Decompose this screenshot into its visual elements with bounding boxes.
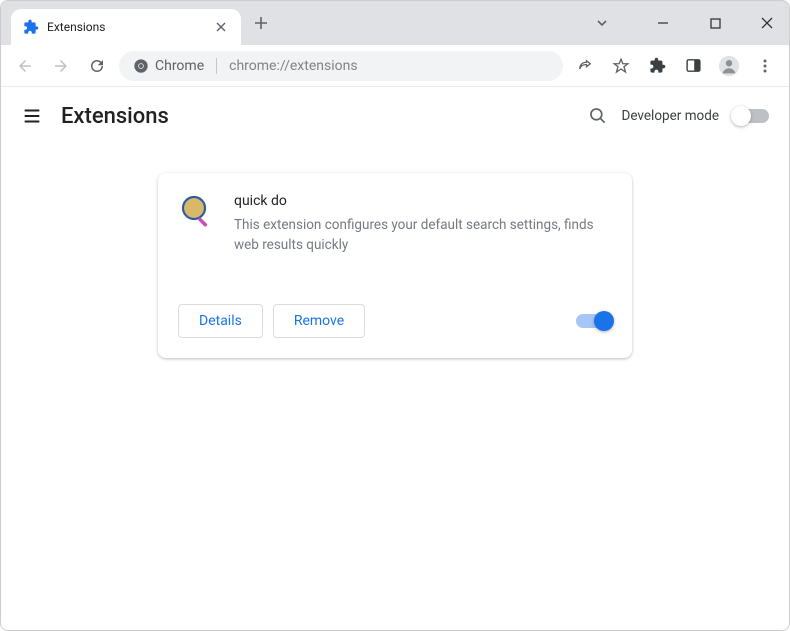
extension-toggle-wrap <box>576 314 612 328</box>
page-header: Extensions Developer mode <box>1 87 789 145</box>
address-bar[interactable]: Chrome chrome://extensions <box>119 51 563 81</box>
profile-avatar-icon[interactable] <box>715 52 743 80</box>
omnibox-chip: Chrome <box>133 58 204 74</box>
extensions-grid: quick do This extension configures your … <box>1 145 789 358</box>
side-panel-icon[interactable] <box>679 52 707 80</box>
details-button[interactable]: Details <box>178 304 263 338</box>
omnibox-chip-label: Chrome <box>155 58 204 74</box>
extension-enable-toggle[interactable] <box>576 314 612 328</box>
extensions-puzzle-icon[interactable] <box>643 52 671 80</box>
tabs-dropdown-icon[interactable] <box>595 16 609 30</box>
chrome-logo-icon <box>133 58 149 74</box>
developer-mode-toggle[interactable] <box>733 109 769 123</box>
forward-button <box>47 52 75 80</box>
page-content: Extensions Developer mode <box>1 87 789 630</box>
share-icon[interactable] <box>571 52 599 80</box>
titlebar: Extensions <box>1 1 789 45</box>
extension-info: quick do This extension configures your … <box>234 193 612 256</box>
extension-app-icon <box>178 193 214 229</box>
extension-card-header: quick do This extension configures your … <box>178 193 612 256</box>
window-controls <box>595 1 781 45</box>
tab-title: Extensions <box>47 20 205 34</box>
bookmark-star-icon[interactable] <box>607 52 635 80</box>
omnibox-url: chrome://extensions <box>229 58 357 74</box>
extension-description: This extension configures your default s… <box>234 215 612 256</box>
kebab-menu-icon[interactable] <box>751 52 779 80</box>
page-title: Extensions <box>61 104 169 129</box>
remove-button[interactable]: Remove <box>273 304 365 338</box>
omnibox-divider <box>216 58 217 74</box>
new-tab-button[interactable] <box>253 15 269 31</box>
search-icon[interactable] <box>588 106 608 126</box>
browser-window: Extensions <box>0 0 790 631</box>
minimize-button[interactable] <box>649 9 677 37</box>
close-button[interactable] <box>753 9 781 37</box>
extension-name: quick do <box>234 193 612 209</box>
toolbar: Chrome chrome://extensions <box>1 45 789 87</box>
reload-button[interactable] <box>83 52 111 80</box>
developer-mode-label: Developer mode <box>622 108 720 124</box>
hamburger-menu-icon[interactable] <box>21 105 43 127</box>
extension-card: quick do This extension configures your … <box>158 173 632 358</box>
extension-puzzle-icon <box>23 19 39 35</box>
tab-close-icon[interactable] <box>213 19 229 35</box>
browser-tab[interactable]: Extensions <box>11 9 241 45</box>
header-right: Developer mode <box>588 106 770 126</box>
back-button <box>11 52 39 80</box>
extension-card-actions: Details Remove <box>178 304 612 338</box>
maximize-button[interactable] <box>701 9 729 37</box>
